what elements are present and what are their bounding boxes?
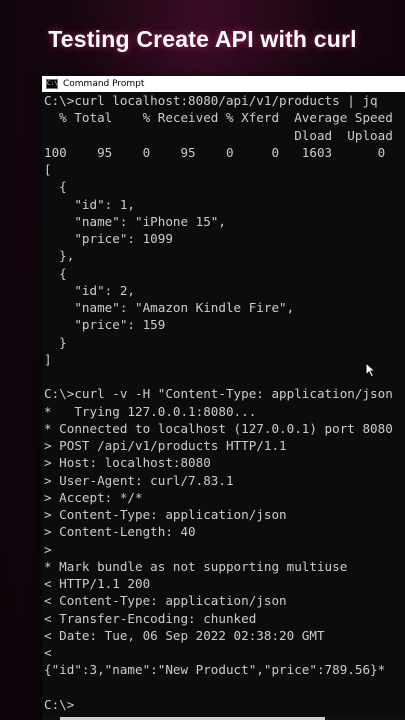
console-output[interactable]: C:\>curl localhost:8080/api/v1/products … [44, 92, 405, 713]
window-title: Command Prompt [63, 79, 145, 89]
console-line: > POST /api/v1/products HTTP/1.1 [44, 438, 287, 453]
console-line: * Mark bundle as not supporting multiuse [44, 558, 348, 574]
console-line: [ [44, 162, 52, 177]
console-line: < HTTP/1.1 200 [44, 576, 151, 591]
console-line: < [44, 645, 52, 660]
mouse-pointer-icon [365, 362, 377, 378]
console-line: > Accept: */* [44, 489, 143, 505]
console-line: {"id":3,"name":"New Product","price":789… [44, 662, 386, 678]
console-line: }, [44, 248, 75, 264]
console-line: > Host: localhost:8080 [44, 455, 211, 471]
console-line: * Connected to localhost (127.0.0.1) por… [44, 420, 393, 436]
console-line: "price": 1099 [44, 231, 173, 246]
console-line: "id": 1, [44, 196, 135, 212]
console-line: C:\>curl localhost:8080/api/v1/products … [44, 93, 378, 108]
console-line: ] [44, 351, 52, 367]
console-line: > User-Agent: curl/7.83.1 [44, 472, 234, 488]
console-line: 100 95 0 95 0 0 1603 0 [44, 144, 386, 160]
console-line: Dload Upload [44, 127, 393, 143]
command-prompt-window[interactable]: C:\ Command Prompt C:\>curl localhost:80… [42, 76, 405, 720]
console-line: < Date: Tue, 06 Sep 2022 02:38:20 GMT [44, 627, 325, 643]
console-line: > Content-Length: 40 [44, 524, 196, 540]
console-line: { [44, 265, 67, 281]
console-line: "name": "iPhone 15", [44, 213, 226, 229]
console-line: > Content-Type: application/json [44, 507, 287, 522]
video-caption: Testing Create API with curl [48, 26, 357, 52]
console-line: < Content-Type: application/json [44, 593, 287, 609]
console-line: { [44, 179, 67, 195]
console-line: < Transfer-Encoding: chunked [44, 610, 257, 626]
window-titlebar[interactable]: C:\ Command Prompt [42, 76, 405, 92]
console-line: > [44, 541, 52, 557]
console-line: % Total % Received % Xferd Average Speed [44, 110, 393, 126]
console-line: } [44, 334, 67, 350]
console-line: * Trying 127.0.0.1:8080... [44, 403, 257, 419]
console-line: "price": 159 [44, 317, 166, 333]
console-line: C:\> [44, 696, 75, 712]
console-line: "id": 2, [44, 282, 135, 298]
command-prompt-icon: C:\ [46, 79, 58, 89]
console-line: C:\>curl -v -H "Content-Type: applicatio… [44, 386, 393, 402]
console-line: "name": "Amazon Kindle Fire", [44, 300, 295, 315]
